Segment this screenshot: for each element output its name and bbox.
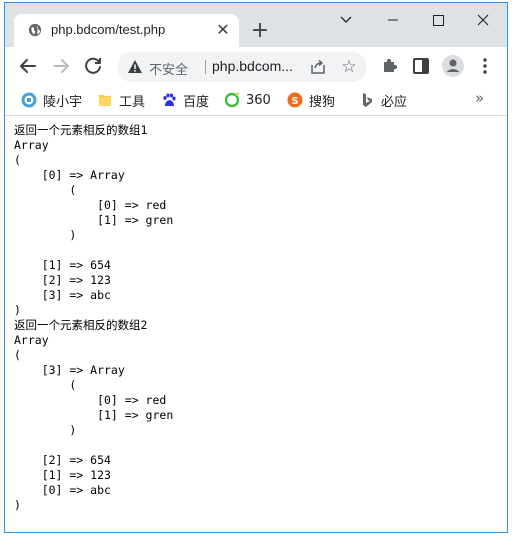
bookmarks-bar: 陵小宇 工具 百度 360 S 搜狗 必应 »	[5, 85, 507, 116]
bookmark-item-360[interactable]: 360	[224, 90, 271, 110]
bookmarks-overflow-chevron-icon[interactable]: »	[475, 89, 484, 107]
bookmark-folder-tools[interactable]: 工具	[97, 90, 145, 110]
globe-icon	[28, 23, 42, 37]
sogou-icon: S	[287, 92, 303, 108]
tab-strip: php.bdcom/test.php ✕ +	[5, 3, 507, 47]
new-tab-button[interactable]: +	[248, 20, 272, 44]
bookmark-item-bing[interactable]: 必应	[359, 90, 407, 110]
extensions-puzzle-icon[interactable]	[377, 53, 403, 79]
side-panel-icon[interactable]	[408, 53, 434, 79]
tab-title: php.bdcom/test.php	[51, 22, 166, 37]
bookmark-item-baidu[interactable]: 百度	[161, 90, 209, 110]
address-bar[interactable]: 不安全 php.bdcom... ☆	[117, 52, 367, 82]
bookmark-item-1[interactable]: 陵小宇	[21, 90, 82, 110]
back-arrow-icon[interactable]	[15, 53, 41, 79]
share-icon[interactable]	[309, 58, 327, 76]
bookmark-label: 搜狗	[309, 94, 336, 110]
browser-window: php.bdcom/test.php ✕ + 不安全 php.bdcom... …	[4, 2, 508, 533]
omnibox-divider	[205, 60, 206, 74]
navigation-toolbar: 不安全 php.bdcom... ☆	[5, 47, 507, 85]
more-menu-icon[interactable]	[472, 53, 498, 79]
reload-icon[interactable]	[80, 53, 106, 79]
360-icon	[224, 92, 240, 108]
warning-triangle-icon[interactable]	[127, 59, 143, 75]
close-window-button[interactable]	[469, 9, 497, 31]
svg-text:S: S	[291, 96, 298, 107]
bookmark-label: 360	[246, 92, 271, 108]
forward-arrow-icon[interactable]	[48, 53, 74, 79]
bookmark-label: 工具	[119, 94, 146, 110]
tab-close-icon[interactable]: ✕	[213, 20, 233, 40]
profile-avatar-icon[interactable]	[440, 53, 466, 79]
minimize-button[interactable]	[379, 9, 407, 31]
maximize-button[interactable]	[424, 9, 452, 31]
baidu-paw-icon	[163, 93, 176, 106]
bookmark-label: 必应	[381, 94, 408, 110]
bookmark-label: 陵小宇	[43, 94, 83, 110]
bookmark-item-sogou[interactable]: S 搜狗	[287, 90, 335, 110]
bookmark-star-icon[interactable]: ☆	[339, 57, 359, 77]
url-text[interactable]: php.bdcom...	[212, 58, 293, 74]
bookmark-site-icon	[21, 92, 37, 108]
tab-search-chevron-icon[interactable]	[332, 9, 360, 31]
page-output-text: 返回一个元素相反的数组1 Array ( [0] => Array ( [0] …	[14, 123, 174, 512]
active-tab[interactable]: php.bdcom/test.php ✕	[14, 14, 239, 47]
folder-icon	[99, 95, 111, 106]
bookmark-label: 百度	[183, 94, 210, 110]
security-status-label[interactable]: 不安全	[149, 59, 188, 78]
bing-icon	[363, 93, 372, 107]
